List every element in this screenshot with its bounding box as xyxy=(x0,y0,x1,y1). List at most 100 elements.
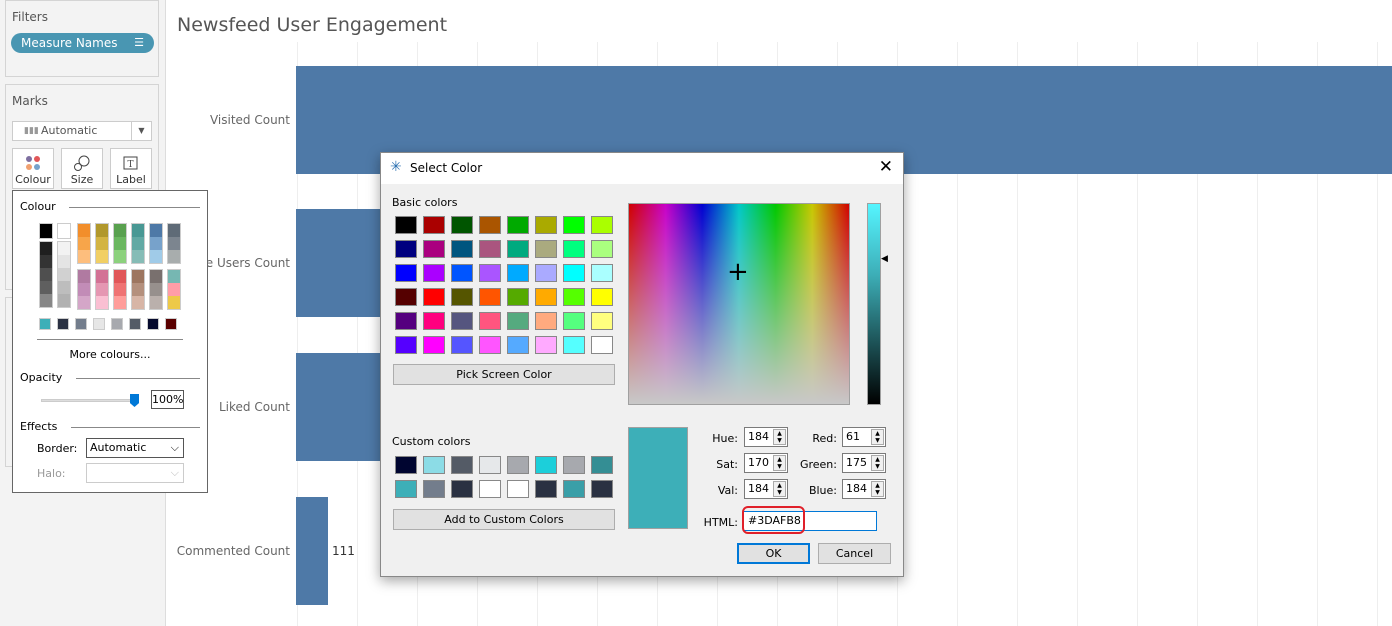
recent-colour-swatch[interactable] xyxy=(75,318,87,330)
basic-color-swatch[interactable] xyxy=(423,264,445,282)
value-slider-arrow-icon[interactable]: ◀ xyxy=(881,254,888,264)
basic-color-swatch[interactable] xyxy=(423,336,445,354)
colour-swatch[interactable] xyxy=(132,237,144,250)
colour-swatch[interactable] xyxy=(78,250,90,263)
basic-color-swatch[interactable] xyxy=(507,264,529,282)
recent-colour-swatch[interactable] xyxy=(57,318,69,330)
basic-color-swatch[interactable] xyxy=(451,312,473,330)
basic-color-swatch[interactable] xyxy=(395,240,417,258)
colour-swatch[interactable] xyxy=(114,296,126,309)
basic-color-swatch[interactable] xyxy=(479,240,501,258)
basic-color-swatch[interactable] xyxy=(395,288,417,306)
bar[interactable] xyxy=(296,497,328,605)
basic-color-swatch[interactable] xyxy=(507,336,529,354)
green-spinbox[interactable]: 175 ▲ ▼ xyxy=(842,453,886,473)
colour-swatch[interactable] xyxy=(114,224,126,237)
spin-arrows-icon[interactable]: ▲ ▼ xyxy=(773,481,786,497)
hue-spinbox[interactable]: 184 ▲ ▼ xyxy=(744,427,788,447)
colour-swatch[interactable] xyxy=(132,296,144,309)
more-colours-link[interactable]: More colours... xyxy=(13,348,207,361)
colour-swatch[interactable] xyxy=(132,224,144,237)
colour-swatch[interactable] xyxy=(40,268,52,281)
basic-color-swatch[interactable] xyxy=(535,264,557,282)
custom-color-swatch[interactable] xyxy=(563,456,585,474)
size-button[interactable]: Size xyxy=(61,148,103,189)
red-spinbox[interactable]: 61 ▲ ▼ xyxy=(842,427,886,447)
basic-color-swatch[interactable] xyxy=(507,216,529,234)
colour-swatch[interactable] xyxy=(96,224,108,237)
recent-colour-swatch[interactable] xyxy=(165,318,177,330)
colour-swatch[interactable] xyxy=(58,294,70,307)
basic-color-swatch[interactable] xyxy=(479,264,501,282)
basic-color-swatch[interactable] xyxy=(479,288,501,306)
custom-color-swatch[interactable] xyxy=(535,456,557,474)
value-slider[interactable] xyxy=(867,203,881,405)
basic-color-swatch[interactable] xyxy=(423,288,445,306)
colour-swatch[interactable] xyxy=(96,237,108,250)
colour-swatch[interactable] xyxy=(96,296,108,309)
custom-color-swatch[interactable] xyxy=(451,480,473,498)
basic-color-swatch[interactable] xyxy=(507,312,529,330)
colour-swatch[interactable] xyxy=(114,250,126,263)
custom-color-swatch[interactable] xyxy=(563,480,585,498)
colour-swatch[interactable] xyxy=(40,281,52,294)
basic-color-swatch[interactable] xyxy=(535,336,557,354)
basic-color-swatch[interactable] xyxy=(423,216,445,234)
colour-swatch[interactable] xyxy=(132,250,144,263)
colour-swatch[interactable] xyxy=(168,270,180,283)
basic-color-swatch[interactable] xyxy=(395,336,417,354)
basic-color-swatch[interactable] xyxy=(451,216,473,234)
basic-color-swatch[interactable] xyxy=(479,216,501,234)
custom-color-swatch[interactable] xyxy=(423,480,445,498)
colour-swatch[interactable] xyxy=(40,242,52,255)
colour-swatch[interactable] xyxy=(40,255,52,268)
colour-swatch[interactable] xyxy=(168,237,180,250)
basic-color-swatch[interactable] xyxy=(591,288,613,306)
colour-swatch[interactable] xyxy=(150,224,162,237)
basic-color-swatch[interactable] xyxy=(395,216,417,234)
basic-color-swatch[interactable] xyxy=(563,312,585,330)
spin-arrows-icon[interactable]: ▲ ▼ xyxy=(773,455,786,471)
opacity-slider-handle[interactable] xyxy=(130,394,139,407)
custom-color-swatch[interactable] xyxy=(591,456,613,474)
recent-colour-swatch[interactable] xyxy=(147,318,159,330)
basic-color-swatch[interactable] xyxy=(451,240,473,258)
custom-color-swatch[interactable] xyxy=(395,480,417,498)
colour-swatch[interactable] xyxy=(58,268,70,281)
colour-swatch[interactable] xyxy=(96,250,108,263)
colour-swatch[interactable] xyxy=(78,296,90,309)
spin-arrows-icon[interactable]: ▲ ▼ xyxy=(773,429,786,445)
basic-color-swatch[interactable] xyxy=(535,288,557,306)
recent-colour-swatch[interactable] xyxy=(93,318,105,330)
add-to-custom-colors-button[interactable]: Add to Custom Colors xyxy=(393,509,615,530)
custom-color-swatch[interactable] xyxy=(395,456,417,474)
colour-swatch[interactable] xyxy=(78,224,90,237)
basic-color-swatch[interactable] xyxy=(591,240,613,258)
colour-swatch[interactable] xyxy=(58,242,70,255)
basic-color-swatch[interactable] xyxy=(591,336,613,354)
custom-color-swatch[interactable] xyxy=(479,480,501,498)
custom-color-swatch[interactable] xyxy=(591,480,613,498)
basic-color-swatch[interactable] xyxy=(591,264,613,282)
colour-swatch[interactable] xyxy=(78,270,90,283)
measure-names-pill[interactable]: Measure Names ☰ xyxy=(11,33,154,53)
colour-swatch[interactable] xyxy=(78,237,90,250)
basic-color-swatch[interactable] xyxy=(507,288,529,306)
basic-color-swatch[interactable] xyxy=(451,288,473,306)
basic-color-swatch[interactable] xyxy=(395,264,417,282)
close-icon[interactable]: ✕ xyxy=(879,157,893,177)
colour-swatch[interactable] xyxy=(150,270,162,283)
spin-arrows-icon[interactable]: ▲ ▼ xyxy=(871,455,884,471)
custom-color-swatch[interactable] xyxy=(423,456,445,474)
colour-swatch[interactable] xyxy=(150,250,162,263)
colour-swatch[interactable] xyxy=(58,281,70,294)
colour-swatch[interactable] xyxy=(96,270,108,283)
custom-color-swatch[interactable] xyxy=(535,480,557,498)
custom-color-swatch[interactable] xyxy=(507,456,529,474)
colour-swatch[interactable] xyxy=(78,283,90,296)
spin-arrows-icon[interactable]: ▲ ▼ xyxy=(871,481,884,497)
custom-color-swatch[interactable] xyxy=(507,480,529,498)
hue-saturation-picker[interactable]: + xyxy=(628,203,850,405)
basic-color-swatch[interactable] xyxy=(563,240,585,258)
colour-swatch[interactable] xyxy=(150,296,162,309)
